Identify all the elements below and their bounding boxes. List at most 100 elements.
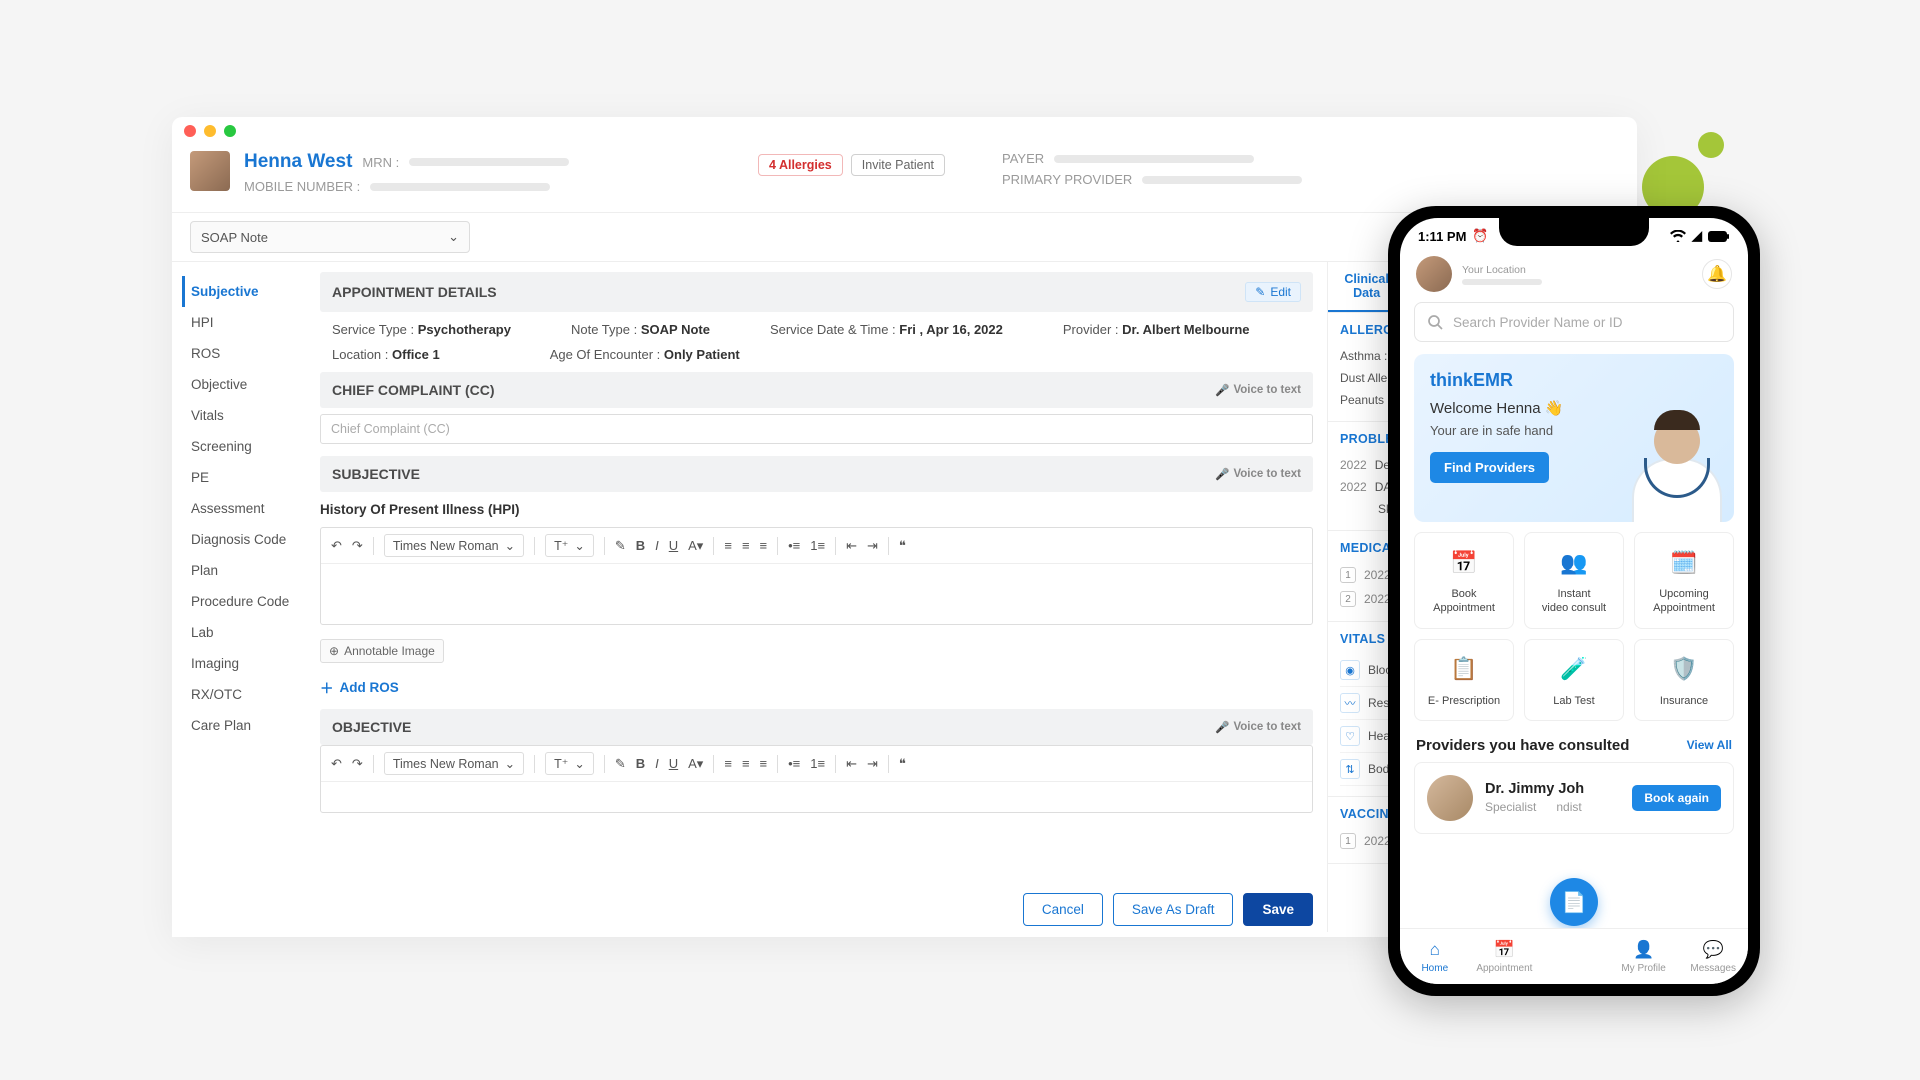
- nav-hpi[interactable]: HPI: [182, 307, 320, 338]
- align-left-icon[interactable]: ≡: [724, 756, 732, 771]
- close-window-icon[interactable]: [184, 125, 196, 137]
- nav-procedure-code[interactable]: Procedure Code: [182, 586, 320, 617]
- maximize-window-icon[interactable]: [224, 125, 236, 137]
- notifications-button[interactable]: 🔔: [1702, 259, 1732, 289]
- undo-icon[interactable]: ↶: [331, 756, 342, 772]
- bold-icon[interactable]: B: [636, 538, 645, 553]
- align-right-icon[interactable]: ≡: [760, 538, 768, 553]
- quote-icon[interactable]: ❝: [899, 538, 906, 554]
- indent-icon[interactable]: ⇥: [867, 538, 878, 554]
- add-ros-button[interactable]: ＋ Add ROS: [320, 671, 1313, 709]
- italic-icon[interactable]: I: [655, 756, 659, 771]
- save-draft-button[interactable]: Save As Draft: [1113, 893, 1234, 926]
- voice-to-text-button[interactable]: 🎤Voice to text: [1215, 467, 1301, 481]
- clear-format-icon[interactable]: ✎: [615, 756, 626, 772]
- bullet-list-icon[interactable]: •≡: [788, 538, 800, 553]
- note-type-select[interactable]: SOAP Note ⌄: [190, 221, 470, 253]
- objective-textarea[interactable]: [321, 782, 1312, 812]
- tile-video-consult[interactable]: 👥Instantvideo consult: [1524, 532, 1624, 629]
- user-avatar[interactable]: [1416, 256, 1452, 292]
- location-label: Location :: [332, 347, 388, 362]
- save-button[interactable]: Save: [1243, 893, 1313, 926]
- font-color-icon[interactable]: A▾: [688, 756, 703, 772]
- search-input[interactable]: Search Provider Name or ID: [1414, 302, 1734, 342]
- appointment-details-title: APPOINTMENT DETAILS: [332, 284, 497, 300]
- phone-notch: [1499, 218, 1649, 246]
- nav-imaging[interactable]: Imaging: [182, 648, 320, 679]
- number-list-icon[interactable]: 1≡: [810, 756, 825, 771]
- font-size-select[interactable]: T⁺⌄: [545, 752, 594, 775]
- font-color-icon[interactable]: A▾: [688, 538, 703, 554]
- annotable-image-button[interactable]: ⊕ Annotable Image: [320, 639, 444, 663]
- cancel-button[interactable]: Cancel: [1023, 893, 1103, 926]
- nav-ros[interactable]: ROS: [182, 338, 320, 369]
- view-all-link[interactable]: View All: [1687, 738, 1732, 752]
- nav-lab[interactable]: Lab: [182, 617, 320, 648]
- clear-format-icon[interactable]: ✎: [615, 538, 626, 554]
- hpi-textarea[interactable]: [321, 564, 1312, 624]
- indent-icon[interactable]: ⇥: [867, 756, 878, 772]
- objective-editor[interactable]: ↶ ↷ Times New Roman⌄ T⁺⌄ ✎ B I U A▾ ≡ ≡ …: [320, 745, 1313, 813]
- align-right-icon[interactable]: ≡: [760, 756, 768, 771]
- font-size-select[interactable]: T⁺⌄: [545, 534, 594, 557]
- nav-home[interactable]: ⌂Home: [1400, 929, 1470, 984]
- nav-profile[interactable]: 👤My Profile: [1609, 929, 1679, 984]
- nav-assessment[interactable]: Assessment: [182, 493, 320, 524]
- find-providers-button[interactable]: Find Providers: [1430, 452, 1549, 483]
- nav-subjective[interactable]: Subjective: [182, 276, 320, 307]
- mobile-app-mockup: 1:11 PM ⏰ ◢ Your Location 🔔: [1388, 206, 1760, 996]
- undo-icon[interactable]: ↶: [331, 538, 342, 554]
- nav-rx-otc[interactable]: RX/OTC: [182, 679, 320, 710]
- invite-patient-button[interactable]: Invite Patient: [851, 154, 945, 176]
- allergies-chip[interactable]: 4 Allergies: [758, 154, 843, 176]
- nav-screening[interactable]: Screening: [182, 431, 320, 462]
- tile-insurance[interactable]: 🛡️Insurance: [1634, 639, 1734, 721]
- nav-plan[interactable]: Plan: [182, 555, 320, 586]
- outdent-icon[interactable]: ⇤: [846, 538, 857, 554]
- provider-name: Dr. Jimmy Joh: [1485, 781, 1620, 797]
- objective-header: OBJECTIVE 🎤Voice to text: [320, 709, 1313, 745]
- voice-to-text-button[interactable]: 🎤Voice to text: [1215, 383, 1301, 397]
- book-again-button[interactable]: Book again: [1632, 785, 1721, 811]
- tile-e-prescription[interactable]: 📋E- Prescription: [1414, 639, 1514, 721]
- nav-appointment[interactable]: 📅Appointment: [1470, 929, 1540, 984]
- nav-objective[interactable]: Objective: [182, 369, 320, 400]
- image-icon: ⊕: [329, 644, 339, 658]
- traffic-lights[interactable]: [184, 125, 1625, 137]
- bold-icon[interactable]: B: [636, 756, 645, 771]
- bullet-list-icon[interactable]: •≡: [788, 756, 800, 771]
- font-family-select[interactable]: Times New Roman⌄: [384, 534, 524, 557]
- align-center-icon[interactable]: ≡: [742, 538, 750, 553]
- action-tiles: 📅BookAppointment 👥Instantvideo consult 🗓…: [1400, 532, 1748, 721]
- nav-pe[interactable]: PE: [182, 462, 320, 493]
- provider-card[interactable]: Dr. Jimmy Joh Specialist ndist Book agai…: [1414, 762, 1734, 834]
- italic-icon[interactable]: I: [655, 538, 659, 553]
- font-family-select[interactable]: Times New Roman⌄: [384, 752, 524, 775]
- redo-icon[interactable]: ↷: [352, 756, 363, 772]
- tile-upcoming-appt[interactable]: 🗓️UpcomingAppointment: [1634, 532, 1734, 629]
- tile-book-appointment[interactable]: 📅BookAppointment: [1414, 532, 1514, 629]
- underline-icon[interactable]: U: [669, 538, 678, 553]
- provider-value-redacted: [1142, 176, 1302, 184]
- nav-diagnosis-code[interactable]: Diagnosis Code: [182, 524, 320, 555]
- fab-button[interactable]: 📄: [1550, 878, 1598, 926]
- align-left-icon[interactable]: ≡: [724, 538, 732, 553]
- hpi-editor[interactable]: ↶ ↷ Times New Roman⌄ T⁺⌄ ✎ B I U A▾ ≡ ≡ …: [320, 527, 1313, 625]
- nav-vitals[interactable]: Vitals: [182, 400, 320, 431]
- nav-care-plan[interactable]: Care Plan: [182, 710, 320, 741]
- chief-complaint-input[interactable]: Chief Complaint (CC): [320, 414, 1313, 444]
- outdent-icon[interactable]: ⇤: [846, 756, 857, 772]
- patient-name[interactable]: Henna West: [244, 151, 352, 173]
- patient-avatar[interactable]: [190, 151, 230, 191]
- quote-icon[interactable]: ❝: [899, 756, 906, 772]
- nav-messages[interactable]: 💬Messages: [1678, 929, 1748, 984]
- tile-lab-test[interactable]: 🧪Lab Test: [1524, 639, 1624, 721]
- lab-test-icon: 🧪: [1554, 652, 1594, 688]
- redo-icon[interactable]: ↷: [352, 538, 363, 554]
- edit-appointment-button[interactable]: ✎ Edit: [1245, 282, 1301, 302]
- voice-to-text-button[interactable]: 🎤Voice to text: [1215, 720, 1301, 734]
- number-list-icon[interactable]: 1≡: [810, 538, 825, 553]
- align-center-icon[interactable]: ≡: [742, 756, 750, 771]
- minimize-window-icon[interactable]: [204, 125, 216, 137]
- underline-icon[interactable]: U: [669, 756, 678, 771]
